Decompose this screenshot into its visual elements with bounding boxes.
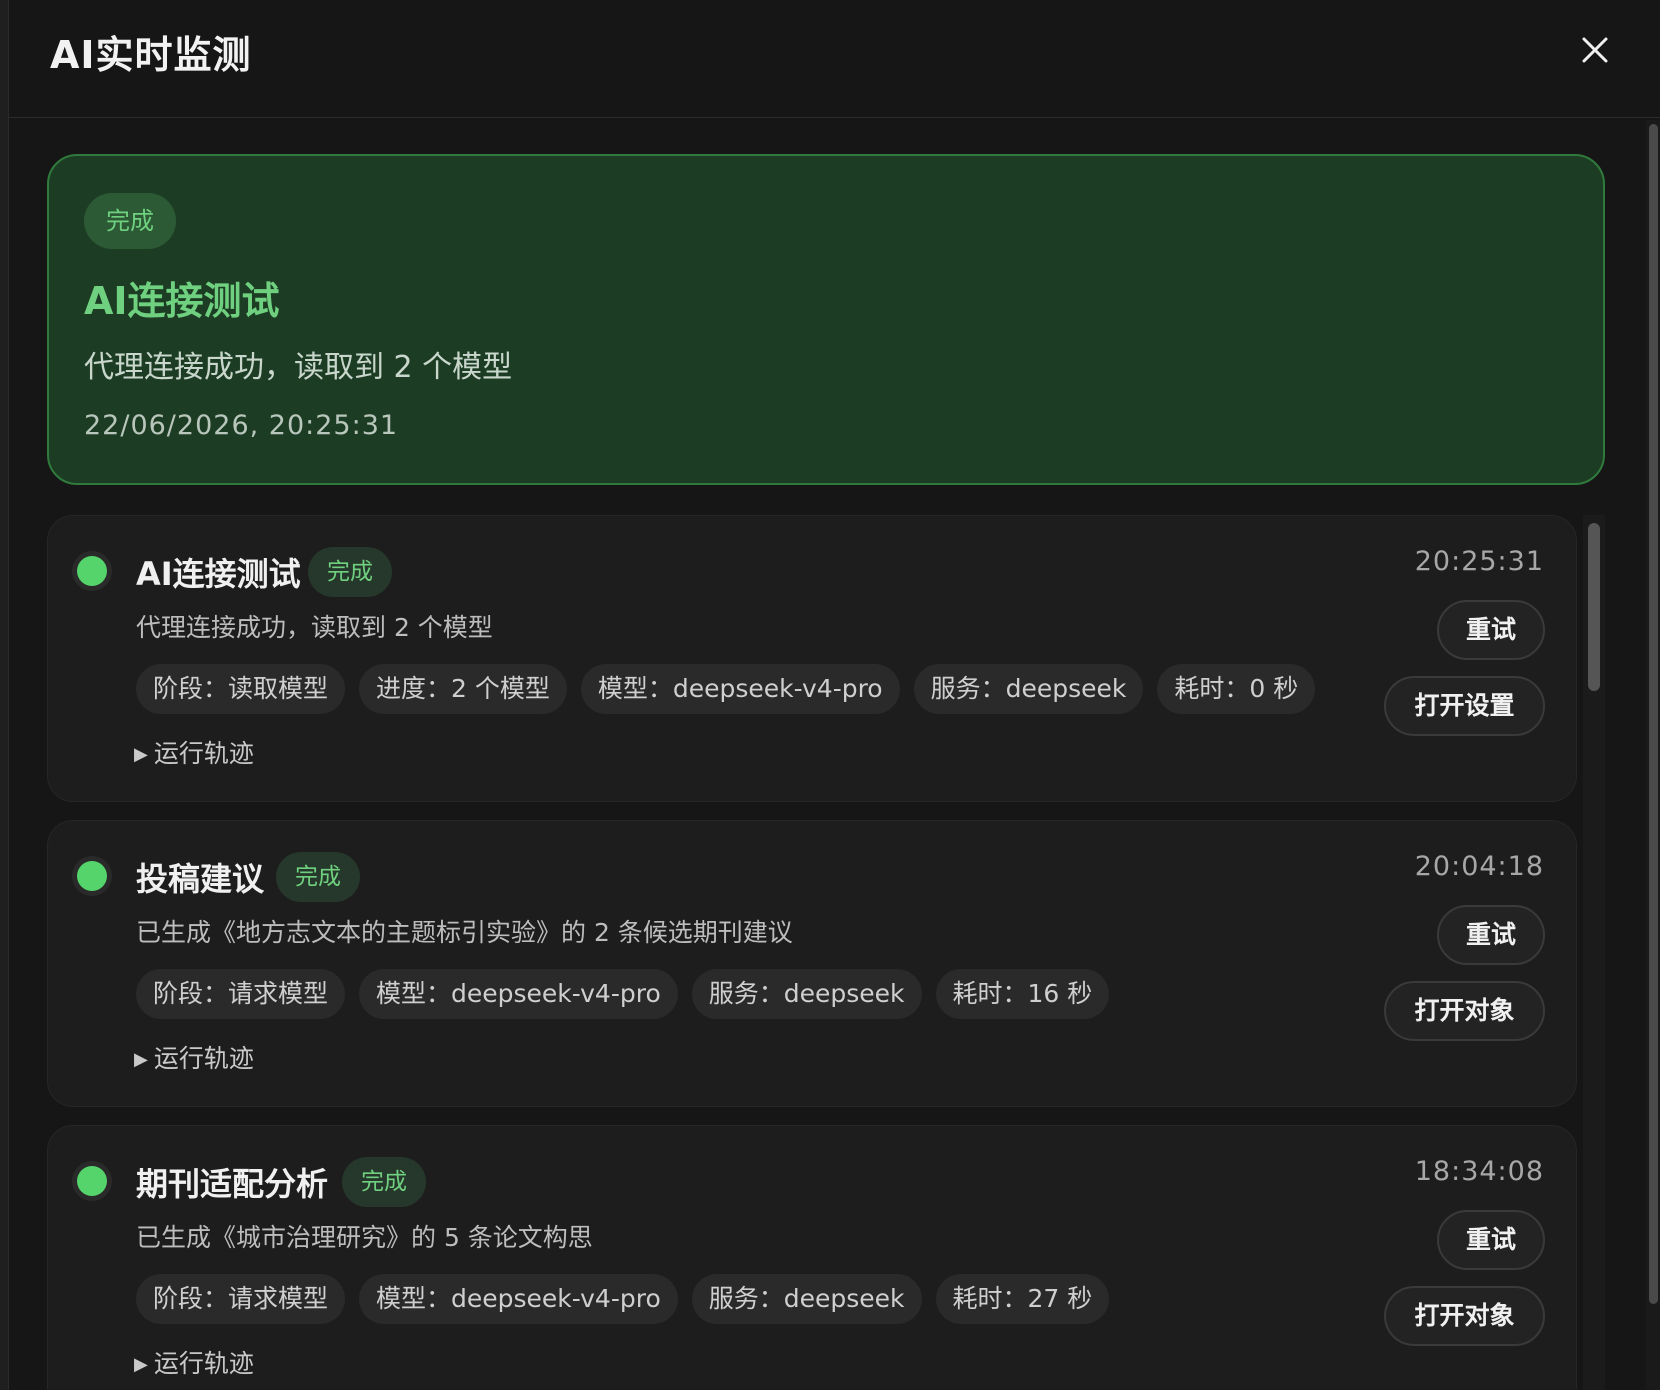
list-scrollbar-thumb[interactable]	[1588, 523, 1600, 691]
status-dot	[77, 861, 107, 891]
status-badge: 完成	[342, 1157, 426, 1207]
status-badge: 完成	[308, 547, 392, 597]
status-dot	[77, 1166, 107, 1196]
caret-right-icon: ▶	[134, 1049, 148, 1070]
run-trace-toggle[interactable]: ▶ 运行轨迹	[134, 734, 254, 770]
chip-model: 模型：deepseek-v4-pro	[359, 969, 678, 1019]
open-object-button[interactable]: 打开对象	[1384, 1286, 1545, 1346]
task-meta-chips: 阶段：读取模型 进度：2 个模型 模型：deepseek-v4-pro 服务：d…	[136, 664, 1316, 714]
trace-label: 运行轨迹	[153, 1044, 254, 1073]
task-card: AI连接测试 完成 代理连接成功，读取到 2 个模型 阶段：读取模型 进度：2 …	[47, 515, 1577, 802]
retry-button[interactable]: 重试	[1437, 600, 1545, 660]
latest-task-title: AI连接测试	[84, 279, 280, 323]
chip-duration: 耗时：16 秒	[935, 969, 1110, 1019]
caret-right-icon: ▶	[134, 1354, 148, 1375]
task-description: 已生成《城市治理研究》的 5 条论文构思	[136, 1223, 593, 1252]
run-trace-toggle[interactable]: ▶ 运行轨迹	[134, 1344, 254, 1380]
latest-task-timestamp: 22/06/2026, 20:25:31	[84, 410, 399, 441]
close-icon	[1582, 37, 1608, 63]
chip-duration: 耗时：0 秒	[1157, 664, 1316, 714]
open-object-button[interactable]: 打开对象	[1384, 981, 1545, 1041]
task-description: 代理连接成功，读取到 2 个模型	[136, 613, 493, 642]
status-dot	[77, 556, 107, 586]
dialog-title: AI实时监测	[50, 33, 252, 77]
chip-service: 服务：deepseek	[691, 1274, 922, 1324]
status-badge: 完成	[84, 193, 176, 249]
trace-label: 运行轨迹	[153, 1349, 254, 1378]
chip-stage: 阶段：读取模型	[136, 664, 346, 714]
chip-model: 模型：deepseek-v4-pro	[359, 1274, 678, 1324]
open-settings-button[interactable]: 打开设置	[1384, 676, 1545, 736]
retry-button[interactable]: 重试	[1437, 905, 1545, 965]
run-trace-toggle[interactable]: ▶ 运行轨迹	[134, 1039, 254, 1075]
ai-monitor-dialog: AI实时监测 完成 AI连接测试 代理连接成功，读取到 2 个模型 22/06/…	[8, 0, 1660, 1390]
task-description: 已生成《地方志文本的主题标引实验》的 2 条候选期刊建议	[136, 918, 793, 947]
chip-stage: 阶段：请求模型	[136, 969, 346, 1019]
task-card: 投稿建议 完成 已生成《地方志文本的主题标引实验》的 2 条候选期刊建议 阶段：…	[47, 820, 1577, 1107]
task-time: 18:34:08	[1414, 1156, 1544, 1187]
dialog-scrollbar-thumb[interactable]	[1649, 124, 1658, 1304]
chip-model: 模型：deepseek-v4-pro	[580, 664, 900, 714]
status-badge: 完成	[276, 852, 360, 902]
latest-task-description: 代理连接成功，读取到 2 个模型	[84, 350, 513, 385]
task-time: 20:04:18	[1414, 851, 1544, 882]
chip-stage: 阶段：请求模型	[136, 1274, 346, 1324]
task-meta-chips: 阶段：请求模型 模型：deepseek-v4-pro 服务：deepseek 耗…	[136, 1274, 1110, 1324]
chip-service: 服务：deepseek	[691, 969, 922, 1019]
latest-status-card: 完成 AI连接测试 代理连接成功，读取到 2 个模型 22/06/2026, 2…	[47, 154, 1605, 485]
dialog-header: AI实时监测	[9, 0, 1660, 118]
retry-button[interactable]: 重试	[1437, 1210, 1545, 1270]
caret-right-icon: ▶	[134, 744, 148, 765]
task-time: 20:25:31	[1414, 546, 1544, 577]
chip-service: 服务：deepseek	[913, 664, 1144, 714]
task-list: AI连接测试 完成 代理连接成功，读取到 2 个模型 阶段：读取模型 进度：2 …	[47, 515, 1607, 1390]
task-title: 期刊适配分析	[136, 1165, 329, 1203]
trace-label: 运行轨迹	[153, 739, 254, 768]
task-card: 期刊适配分析 完成 已生成《城市治理研究》的 5 条论文构思 阶段：请求模型 模…	[47, 1125, 1577, 1390]
chip-duration: 耗时：27 秒	[935, 1274, 1110, 1324]
task-title: AI连接测试	[136, 555, 301, 593]
task-title: 投稿建议	[136, 860, 265, 898]
chip-progress: 进度：2 个模型	[359, 664, 567, 714]
close-button[interactable]	[1575, 30, 1615, 70]
task-meta-chips: 阶段：请求模型 模型：deepseek-v4-pro 服务：deepseek 耗…	[136, 969, 1110, 1019]
